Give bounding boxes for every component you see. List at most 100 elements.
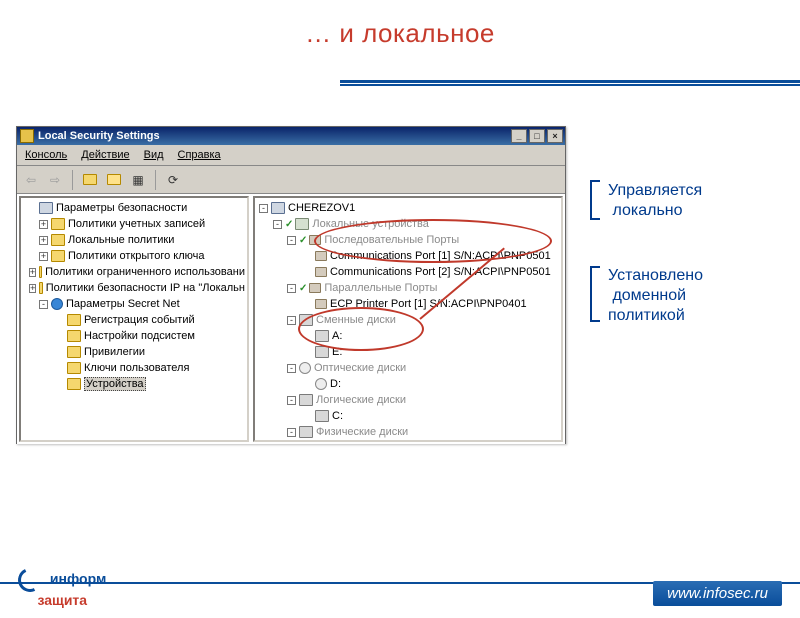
tree-expander-icon[interactable]: + [39,236,48,245]
left-tree-item[interactable]: Регистрация событий [25,312,245,328]
port-icon [315,267,327,277]
tree-item-label: Устройства [84,377,146,391]
left-tree-item[interactable]: +Политики учетных записей [25,216,245,232]
menu-console[interactable]: Консоль [19,147,73,163]
tree-item-label: Параллельные Порты [324,282,437,294]
right-tree-item[interactable]: -✓ Локальные устройства [259,216,559,232]
tree-expander-icon[interactable]: - [287,284,296,293]
right-tree-item[interactable]: - Физические диски [259,424,559,440]
left-tree-item[interactable]: Настройки подсистем [25,328,245,344]
right-tree-item[interactable]: D: [259,376,559,392]
slide-title: … и локальное [0,18,800,49]
right-tree-pane[interactable]: -CHEREZOV1-✓Локальные устройства-✓Послед… [253,196,563,442]
decorative-rule [340,80,800,86]
toolbar-separator [72,170,73,190]
titlebar[interactable]: Local Security Settings _ □ × [17,127,565,145]
tree-expander-icon[interactable]: + [39,252,48,261]
cd-icon [315,378,327,390]
menu-view[interactable]: Вид [138,147,170,163]
menu-help[interactable]: Справка [172,147,227,163]
tree-expander-icon[interactable]: - [259,204,268,213]
tree-item-label: Локальные политики [68,234,174,246]
tree-item-label: Привилегии [84,346,145,358]
folder-icon [39,266,42,278]
drive-icon [299,394,313,406]
local-security-settings-window: Local Security Settings _ □ × Консоль Де… [16,126,566,444]
pc-icon [271,202,285,214]
root-icon [39,202,53,214]
tree-item-label: Политики открытого ключа [68,250,204,262]
right-tree-item[interactable]: ECP Printer Port [1] S/N:ACPI\PNP0401 [259,296,559,312]
right-tree-item[interactable]: ST340014A 3.03 S/N:4a3330583337323620 [259,440,559,442]
right-tree-item[interactable]: -✓Параллельные Порты [259,280,559,296]
left-tree-item[interactable]: Устройства [25,376,245,392]
left-tree-item[interactable]: +Политики ограниченного использовани [25,264,245,280]
maximize-button[interactable]: □ [529,129,545,143]
tree-item-label: Физические диски [316,426,408,438]
right-tree-item[interactable]: Communications Port [2] S/N:ACPI\PNP0501 [259,264,559,280]
folder-icon [67,378,81,390]
port-icon [315,251,327,261]
right-tree-item[interactable]: -✓Последовательные Порты [259,232,559,248]
drive-icon [299,314,313,326]
tree-expander-icon[interactable]: - [287,428,296,437]
right-tree-item[interactable]: -CHEREZOV1 [259,200,559,216]
back-icon[interactable]: ⇦ [21,170,41,190]
toolbar-separator [155,170,156,190]
check-icon: ✓ [299,235,307,246]
folder-icon [51,218,65,230]
callout-domain-policy: Установлено доменной политикой [608,266,703,326]
right-tree-item[interactable]: A: [259,328,559,344]
left-tree-item[interactable]: Параметры безопасности [25,200,245,216]
left-tree-item[interactable]: Ключи пользователя [25,360,245,376]
tree-expander-icon[interactable]: - [39,300,48,309]
right-tree-item[interactable]: Communications Port [1] S/N:ACPI\PNP0501 [259,248,559,264]
refresh-icon[interactable]: ⟳ [163,170,183,190]
tree-item-label: Логические диски [316,394,406,406]
left-tree-item[interactable]: Привилегии [25,344,245,360]
left-tree-item[interactable]: -Параметры Secret Net [25,296,245,312]
menu-action[interactable]: Действие [75,147,135,163]
folder-icon [67,314,81,326]
drive-icon [315,346,329,358]
tree-item-label: Сменные диски [316,314,396,326]
tree-item-label: E: [332,346,342,358]
tree-expander-icon[interactable]: - [273,220,282,229]
drive-icon [315,410,329,422]
forward-icon[interactable]: ⇨ [45,170,65,190]
tree-expander-icon[interactable]: - [287,364,296,373]
tree-expander-icon[interactable]: + [29,284,36,293]
left-tree-item[interactable]: +Политики безопасности IP на "Локальн [25,280,245,296]
tree-item-label: Ключи пользователя [84,362,189,374]
tree-expander-icon[interactable]: - [287,316,296,325]
right-tree-item[interactable]: - Логические диски [259,392,559,408]
right-tree-item[interactable]: C: [259,408,559,424]
left-tree-pane[interactable]: Параметры безопасности+Политики учетных … [19,196,249,442]
tree-item-label: Локальные устройства [312,218,428,230]
folder-icon [39,282,42,294]
brand-word2: защита [37,592,87,608]
tree-expander-icon[interactable]: - [287,236,296,245]
left-tree-item[interactable]: + Политики открытого ключа [25,248,245,264]
folder-icon [67,346,81,358]
drive-icon [315,330,329,342]
up-folder-icon[interactable] [80,170,100,190]
export-icon[interactable]: ▦ [128,170,148,190]
tree-item-label: Регистрация событий [84,314,195,326]
tree-expander-icon[interactable]: - [287,396,296,405]
tree-item-label: Communications Port [2] S/N:ACPI\PNP0501 [330,266,551,278]
left-tree-item[interactable]: + Локальные политики [25,232,245,248]
properties-icon[interactable] [104,170,124,190]
close-button[interactable]: × [547,129,563,143]
right-tree-item[interactable]: - Сменные диски [259,312,559,328]
tree-expander-icon[interactable]: + [29,268,36,277]
minimize-button[interactable]: _ [511,129,527,143]
app-icon [20,129,34,143]
brand-word1: информ [50,571,106,587]
tree-item-label: Оптические диски [314,362,406,374]
tree-expander-icon[interactable]: + [39,220,48,229]
right-tree-item[interactable]: - Оптические диски [259,360,559,376]
tree-item-label: C: [332,410,343,422]
right-tree-item[interactable]: E: [259,344,559,360]
check-icon: ✓ [285,219,293,230]
